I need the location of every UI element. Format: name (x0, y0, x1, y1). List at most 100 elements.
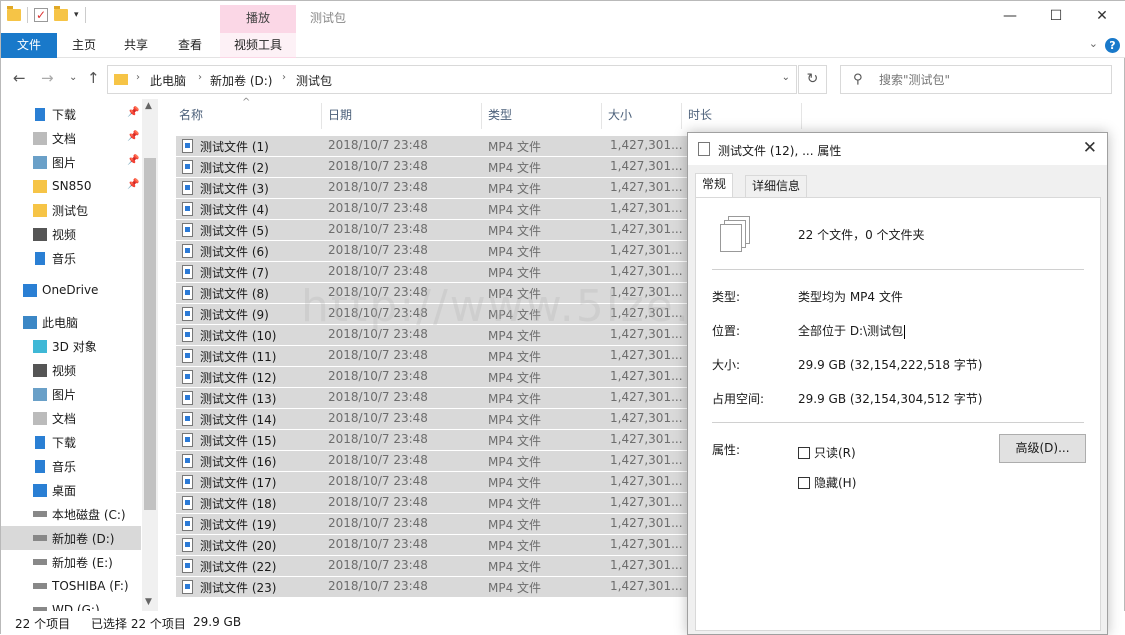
item-count: 22 个项目 (15, 617, 71, 631)
search-input[interactable] (879, 71, 1099, 89)
column-divider[interactable] (321, 103, 322, 129)
sidebar-item[interactable]: SN850 (1, 174, 141, 198)
sidebar-item[interactable]: 下载 (1, 430, 141, 454)
sidebar-item-label: 文档 (52, 411, 77, 426)
sidebar-item[interactable]: 下载 (1, 102, 141, 126)
column-divider[interactable] (601, 103, 602, 129)
file-row[interactable]: 测试文件 (17) 2018/10/7 23:48 MP4 文件 1,427,301.… (176, 472, 688, 492)
file-row[interactable]: 测试文件 (18) 2018/10/7 23:48 MP4 文件 1,427,301.… (176, 493, 688, 513)
file-row[interactable]: 测试文件 (16) 2018/10/7 23:48 MP4 文件 1,427,301.… (176, 451, 688, 471)
forward-icon[interactable]: → (41, 69, 54, 87)
breadcrumb-drive-d[interactable]: 新加卷 (D:) (210, 72, 272, 89)
file-row[interactable]: 测试文件 (12) 2018/10/7 23:48 MP4 文件 1,427,301.… (176, 367, 688, 387)
chevron-down-icon[interactable]: ⌄ (1089, 37, 1098, 50)
close-button[interactable]: ✕ (1079, 1, 1125, 31)
chevron-right-icon[interactable]: › (136, 72, 140, 83)
sidebar-item[interactable]: 3D 对象 (1, 334, 141, 358)
address-bar[interactable]: › 此电脑 › 新加卷 (D:) › 测试包 ⌄ (107, 65, 797, 94)
checkbox-box[interactable] (798, 446, 810, 459)
back-icon[interactable]: ← (13, 69, 26, 87)
advanced-button[interactable]: 高级(D)... (999, 434, 1086, 463)
sidebar-item[interactable]: 测试包 (1, 198, 141, 222)
tab-details[interactable]: 详细信息 (745, 175, 808, 198)
sidebar-item[interactable]: 新加卷 (D:) (1, 526, 141, 550)
column-divider[interactable] (681, 103, 682, 129)
tab-video-tools[interactable]: 视频工具 (220, 33, 296, 58)
column-header-length[interactable]: 时长 (688, 103, 712, 129)
chevron-down-icon[interactable]: ⌄ (782, 72, 790, 83)
file-row[interactable]: 测试文件 (22) 2018/10/7 23:48 MP4 文件 1,427,301.… (176, 556, 688, 576)
file-name: 测试文件 (11) (200, 350, 277, 364)
file-row[interactable]: 测试文件 (3) 2018/10/7 23:48 MP4 文件 1,427,301..… (176, 178, 688, 198)
file-row[interactable]: 测试文件 (7) 2018/10/7 23:48 MP4 文件 1,427,301..… (176, 262, 688, 282)
file-row[interactable]: 测试文件 (20) 2018/10/7 23:48 MP4 文件 1,427,301.… (176, 535, 688, 555)
sidebar-item[interactable]: 音乐 (1, 246, 141, 270)
column-divider[interactable] (481, 103, 482, 129)
column-header-type[interactable]: 类型 (488, 103, 512, 129)
hidden-label[interactable]: 隐藏(H) (814, 474, 856, 491)
readonly-checkbox[interactable]: 只读(R) (798, 444, 856, 461)
file-row[interactable]: 测试文件 (6) 2018/10/7 23:48 MP4 文件 1,427,301..… (176, 241, 688, 261)
sidebar-item[interactable]: OneDrive (1, 278, 141, 302)
breadcrumb-test-folder[interactable]: 测试包 (296, 72, 332, 89)
scroll-up-icon[interactable]: ▲ (145, 101, 152, 111)
customize-dropdown-icon[interactable]: ▾ (74, 10, 79, 20)
sidebar-item[interactable]: 此电脑 (1, 310, 141, 334)
file-row[interactable]: 测试文件 (4) 2018/10/7 23:48 MP4 文件 1,427,301..… (176, 199, 688, 219)
recent-dropdown-icon[interactable]: ⌄ (69, 72, 77, 83)
checkbox-box[interactable] (798, 476, 810, 489)
tab-general[interactable]: 常规 (695, 173, 734, 198)
up-icon[interactable]: ↑ (87, 69, 100, 87)
nav-scrollbar-thumb[interactable] (144, 158, 156, 510)
minimize-button[interactable]: — (987, 1, 1033, 31)
column-header-name[interactable]: 名称 (179, 103, 203, 129)
readonly-label[interactable]: 只读(R) (814, 444, 856, 461)
dialog-close-button[interactable]: ✕ (1083, 138, 1097, 158)
breadcrumb-this-pc[interactable]: 此电脑 (150, 72, 186, 89)
file-row[interactable]: 测试文件 (13) 2018/10/7 23:48 MP4 文件 1,427,301.… (176, 388, 688, 408)
sidebar-item[interactable]: 文档 (1, 126, 141, 150)
tab-view[interactable]: 查看 (173, 33, 207, 58)
maximize-button[interactable]: ☐ (1033, 1, 1079, 31)
file-row[interactable]: 测试文件 (5) 2018/10/7 23:48 MP4 文件 1,427,301..… (176, 220, 688, 240)
file-row[interactable]: 测试文件 (2) 2018/10/7 23:48 MP4 文件 1,427,301..… (176, 157, 688, 177)
sidebar-item[interactable]: 图片 (1, 150, 141, 174)
file-row[interactable]: 测试文件 (15) 2018/10/7 23:48 MP4 文件 1,427,301.… (176, 430, 688, 450)
file-row[interactable]: 测试文件 (23) 2018/10/7 23:48 MP4 文件 1,427,301.… (176, 577, 688, 597)
chevron-right-icon[interactable]: › (198, 72, 202, 83)
file-row[interactable]: 测试文件 (14) 2018/10/7 23:48 MP4 文件 1,427,301.… (176, 409, 688, 429)
column-divider[interactable] (801, 103, 802, 129)
file-row[interactable]: 测试文件 (1) 2018/10/7 23:48 MP4 文件 1,427,301..… (176, 136, 688, 156)
sidebar-item[interactable]: WD (G:) (1, 598, 141, 611)
play-context-tab[interactable]: 播放 (220, 5, 296, 33)
sidebar-item[interactable]: 文档 (1, 406, 141, 430)
scroll-down-icon[interactable]: ▼ (145, 597, 152, 607)
location-value-wrapper[interactable]: 全部位于 D:\测试包 (798, 322, 906, 339)
properties-check-icon[interactable]: ✓ (34, 8, 48, 22)
file-row[interactable]: 测试文件 (19) 2018/10/7 23:48 MP4 文件 1,427,301.… (176, 514, 688, 534)
chevron-right-icon[interactable]: › (282, 72, 286, 83)
sidebar-item[interactable]: 图片 (1, 382, 141, 406)
refresh-icon[interactable]: ↻ (798, 65, 827, 94)
hidden-checkbox[interactable]: 隐藏(H) (798, 474, 856, 491)
sidebar-item[interactable]: 新加卷 (E:) (1, 550, 141, 574)
file-row[interactable]: 测试文件 (11) 2018/10/7 23:48 MP4 文件 1,427,301.… (176, 346, 688, 366)
help-icon[interactable]: ? (1105, 38, 1120, 53)
sidebar-item[interactable]: TOSHIBA (F:) (1, 574, 141, 598)
sidebar-item[interactable]: 音乐 (1, 454, 141, 478)
column-header-date[interactable]: 日期 (328, 103, 352, 129)
sidebar-item[interactable]: 本地磁盘 (C:) (1, 502, 141, 526)
video-file-icon (182, 328, 193, 342)
column-header-size[interactable]: 大小 (608, 103, 632, 129)
video-file-icon (182, 517, 193, 531)
new-folder-icon[interactable] (54, 6, 68, 21)
tab-home[interactable]: 主页 (67, 33, 101, 58)
tab-file[interactable]: 文件 (1, 33, 57, 58)
location-value[interactable]: 全部位于 D:\测试包 (798, 324, 903, 338)
file-type: MP4 文件 (488, 161, 542, 175)
sidebar-item[interactable]: 视频 (1, 358, 141, 382)
search-box[interactable]: ⚲ (840, 65, 1112, 94)
tab-share[interactable]: 共享 (119, 33, 153, 58)
sidebar-item[interactable]: 桌面 (1, 478, 141, 502)
sidebar-item[interactable]: 视频 (1, 222, 141, 246)
